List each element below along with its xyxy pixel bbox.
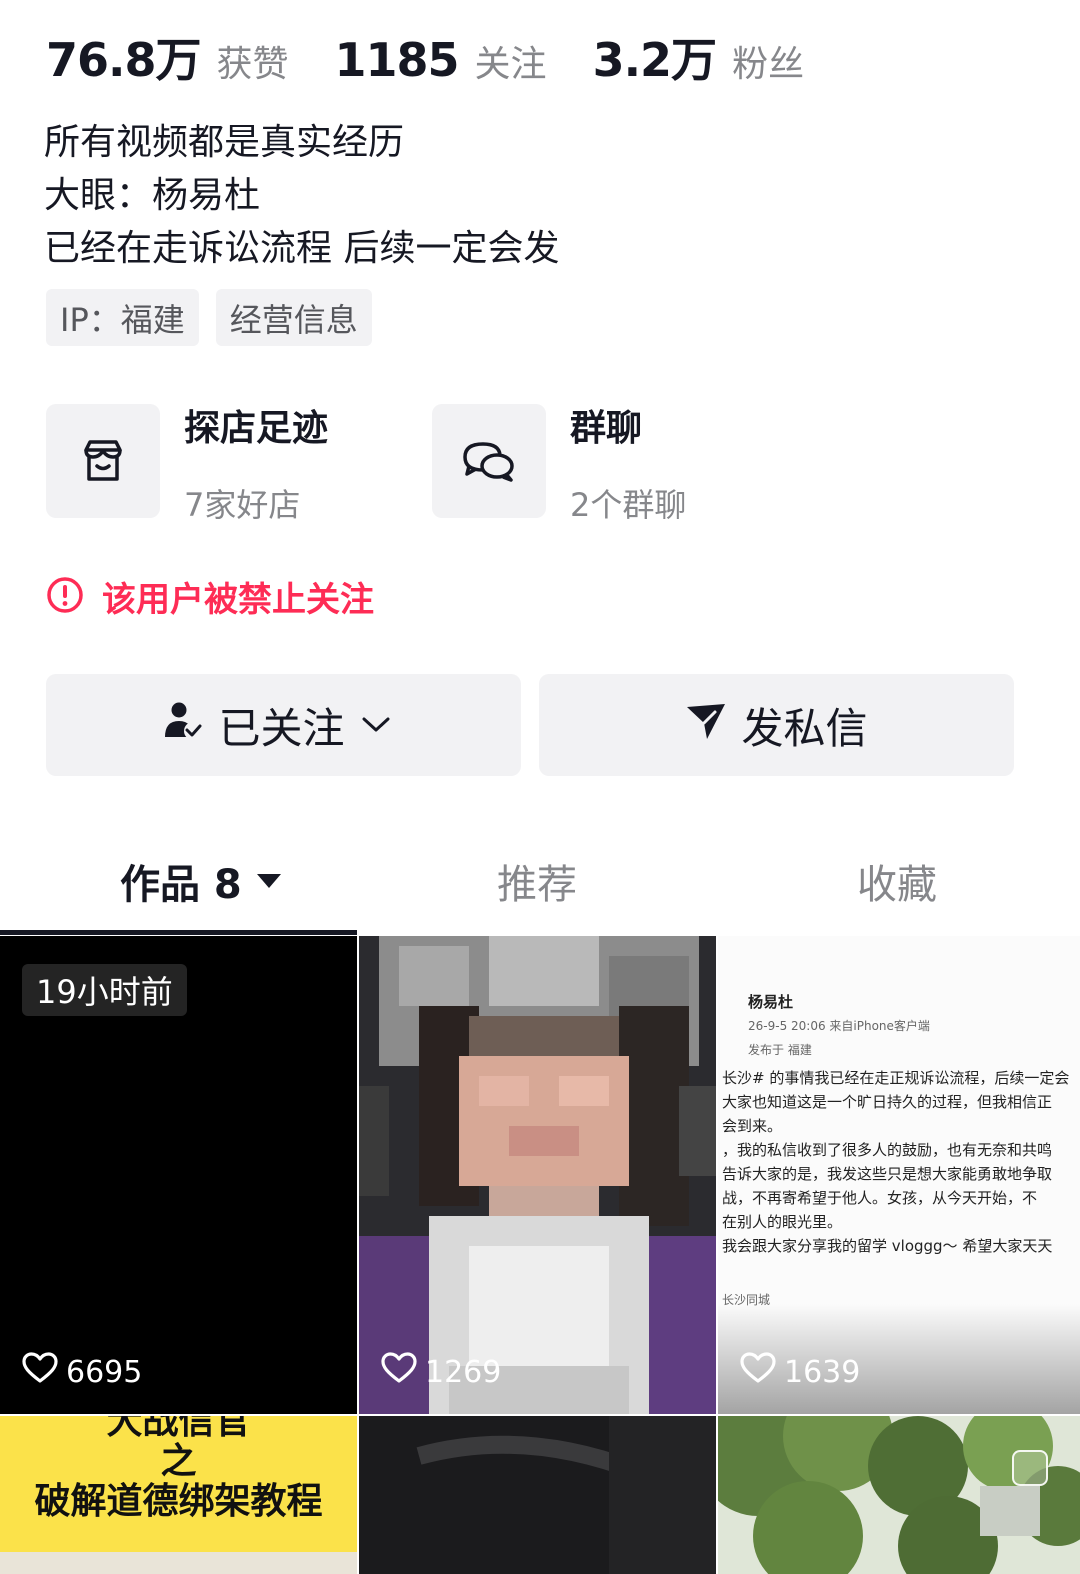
select-checkbox[interactable] <box>1012 1450 1048 1486</box>
bio-line: 已经在走诉讼流程 后续一定会发 <box>44 228 560 269</box>
chevron-down-icon <box>361 715 405 735</box>
shop-visits-card[interactable]: 探店足迹 7家好店 <box>46 404 432 526</box>
post-line: 会到来。 <box>722 1117 783 1135</box>
follow-banned-notice: 该用户被禁止关注 <box>46 572 374 621</box>
tab-works-label: 作品 8 <box>120 862 242 908</box>
following-button[interactable]: 已关注 <box>46 674 521 776</box>
feature-cards: 探店足迹 7家好店 群聊 2个群聊 <box>46 404 818 526</box>
post-line: 告诉大家的是，我发这些只是想大家能勇敢地争取 <box>722 1165 1053 1183</box>
store-icon <box>46 404 160 518</box>
send-message-button[interactable]: 发私信 <box>539 674 1014 776</box>
profile-tags: IP：福建 经营信息 <box>46 289 389 346</box>
user-check-icon <box>162 699 218 751</box>
post-author: 杨易杜 <box>748 993 794 1011</box>
followers-count: 3.2万 <box>592 33 717 87</box>
heart-icon <box>381 1352 425 1392</box>
pixelated-photo <box>359 936 716 1414</box>
paper-plane-icon <box>685 699 741 751</box>
follow-banned-text: 该用户被禁止关注 <box>102 580 374 620</box>
like-count: 1269 <box>381 1352 501 1392</box>
video-thumbnail[interactable]: 19小时前 6695 <box>0 936 357 1414</box>
likes-count: 76.8万 <box>46 33 201 87</box>
like-count-value: 6695 <box>66 1354 143 1390</box>
like-count-value: 1639 <box>784 1354 861 1390</box>
following-button-label: 已关注 <box>218 703 345 753</box>
profile-stats: 76.8万 获赞 1185 关注 3.2万 粉丝 <box>46 24 850 90</box>
video-thumbnail[interactable] <box>718 1416 1080 1574</box>
shop-visits-title: 探店足迹 <box>184 408 329 449</box>
thumbnail-title: 大战信官 之 破解道德绑架教程 <box>0 1416 357 1522</box>
ip-location-tag: IP：福建 <box>46 289 199 346</box>
business-info-tag[interactable]: 经营信息 <box>215 289 372 346</box>
post-screenshot: 杨易杜 26-9-5 20:06 来自iPhone客户端 发布于 福建 长沙# … <box>722 944 1076 1312</box>
post-time-badge: 19小时前 <box>22 964 187 1016</box>
alert-circle-icon <box>46 576 84 618</box>
following-stat[interactable]: 1185 关注 <box>335 33 547 87</box>
heart-icon <box>22 1352 66 1392</box>
likes-label: 获赞 <box>216 44 289 85</box>
tab-favorites[interactable]: 收藏 <box>857 852 937 910</box>
video-thumbnail[interactable]: 大战信官 之 破解道德绑架教程 <box>0 1416 357 1574</box>
group-chat-title: 群聊 <box>570 408 643 449</box>
video-thumbnail[interactable]: 杨易杜 26-9-5 20:06 来自iPhone客户端 发布于 福建 长沙# … <box>718 936 1080 1414</box>
post-meta: 26-9-5 20:06 来自iPhone客户端 <box>748 1019 930 1033</box>
group-chat-count: 2个群聊 <box>570 486 687 524</box>
post-line: 战，不再寄希望于他人。女孩，从今天开始，不 <box>722 1189 1038 1207</box>
send-message-label: 发私信 <box>741 703 868 753</box>
following-label: 关注 <box>474 44 547 85</box>
likes-stat[interactable]: 76.8万 获赞 <box>46 24 289 90</box>
profile-tabs: 作品 8 推荐 收藏 <box>0 840 1080 936</box>
post-line: 长沙# 的事情我已经在走正规诉讼流程，后续一定会 <box>722 1069 1070 1087</box>
post-line: 我会跟大家分享我的留学 vloggg～ 希望大家天天 <box>722 1237 1053 1255</box>
bio-line: 所有视频都是真实经历 <box>44 122 405 163</box>
heart-icon <box>740 1352 784 1392</box>
group-chat-card[interactable]: 群聊 2个群聊 <box>432 404 818 526</box>
post-line: 在别人的眼光里。 <box>722 1213 843 1231</box>
video-thumbnail[interactable]: 1269 <box>359 936 716 1414</box>
dark-photo <box>416 1416 716 1574</box>
like-count: 1639 <box>740 1352 860 1392</box>
tab-recommend[interactable]: 推荐 <box>497 852 577 910</box>
tab-works[interactable]: 作品 8 <box>120 852 282 910</box>
thumbnail-title-line: 破解道德绑架教程 <box>34 1481 323 1522</box>
followers-stat[interactable]: 3.2万 粉丝 <box>593 24 805 90</box>
like-count-value: 1269 <box>425 1354 502 1390</box>
following-count: 1185 <box>334 33 460 87</box>
post-meta: 发布于 福建 <box>748 1043 812 1057</box>
like-count: 6695 <box>22 1352 142 1392</box>
profile-bio: 所有视频都是真实经历 大眼：杨易杜 已经在走诉讼流程 后续一定会发 <box>44 116 559 275</box>
trees-photo <box>718 1416 1080 1574</box>
post-line: ，我的私信收到了很多人的鼓励，也有无奈和共鸣 <box>722 1141 1053 1159</box>
shop-visits-count: 7家好店 <box>184 486 301 524</box>
thumbnail-title-line: 大战信官 <box>106 1416 251 1442</box>
bio-line: 大眼：杨易杜 <box>44 175 261 216</box>
thumbnail-strip <box>0 1552 357 1574</box>
chat-bubbles-icon <box>432 404 546 518</box>
active-tab-indicator <box>0 930 357 935</box>
thumbnail-title-line: 之 <box>160 1441 197 1482</box>
followers-label: 粉丝 <box>732 44 805 85</box>
caret-down-icon <box>256 872 282 890</box>
video-thumbnail[interactable] <box>359 1416 716 1574</box>
post-line: 大家也知道这是一个旷日持久的过程，但我相信正 <box>722 1093 1053 1111</box>
